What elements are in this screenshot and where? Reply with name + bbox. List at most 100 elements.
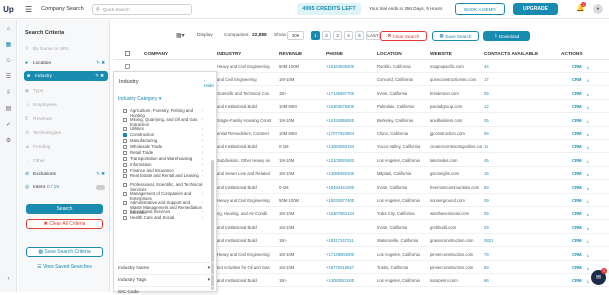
view-saved-searches-link[interactable]: ☰ View Saved Searches <box>26 262 103 272</box>
clear-all-criteria-button[interactable]: ✖ Clear All Criteria <box>26 219 103 229</box>
page-1[interactable]: 1 <box>311 31 320 40</box>
edit-icon[interactable]: ✎ ✖ <box>95 73 104 79</box>
criteria-industry[interactable]: ■ Industry ✎ ✖ <box>24 71 108 81</box>
checkbox[interactable] <box>123 183 127 188</box>
crm-button[interactable]: CRM <box>572 278 582 283</box>
last-page-button[interactable]: LAST <box>366 31 380 40</box>
intent-toggle[interactable] <box>96 184 105 190</box>
contacts-icon[interactable]: ☺ <box>4 56 13 65</box>
download-button[interactable]: ⇩ Download <box>483 31 530 41</box>
download-icon[interactable]: ⤓ <box>587 211 589 216</box>
download-icon[interactable]: ⤓ <box>587 252 589 257</box>
page-5[interactable]: 5 <box>355 31 364 40</box>
app-logo[interactable]: Up <box>0 0 17 19</box>
cell-contacts[interactable]: 16 <box>484 171 489 176</box>
checkbox[interactable] <box>123 210 127 215</box>
row-checkbox[interactable] <box>125 64 130 69</box>
export-icon[interactable]: ⇩ <box>4 88 13 97</box>
chevron-right-icon[interactable]: › <box>202 182 203 188</box>
cell-contacts[interactable]: 79 <box>484 252 489 257</box>
download-icon[interactable]: ⤓ <box>587 225 589 230</box>
cell-phone[interactable]: +15307682134 <box>326 211 354 216</box>
company-search-icon[interactable]: ▦ <box>4 40 13 49</box>
crm-button[interactable]: CRM <box>572 225 582 230</box>
cell-phone[interactable]: +15303576400 <box>326 104 354 109</box>
cell-contacts[interactable]: 29 <box>484 198 489 203</box>
page-size-select[interactable]: 30 ▾ <box>287 31 304 40</box>
cell-contacts[interactable]: 44 <box>484 64 489 69</box>
cell-phone[interactable]: +18317247011 <box>326 238 354 243</box>
cell-contacts[interactable]: 12 <box>484 104 489 109</box>
cell-phone[interactable]: +17077624604 <box>326 131 354 136</box>
download-icon[interactable]: ⤓ <box>587 185 589 190</box>
cell-contacts[interactable]: 25 <box>484 118 489 123</box>
crm-button[interactable]: CRM <box>572 185 582 190</box>
search-button[interactable]: Search <box>26 204 103 214</box>
checkbox[interactable] <box>123 133 127 138</box>
download-icon[interactable]: ⤓ <box>587 144 589 149</box>
col-contacts[interactable]: CONTACTS AVAILABLE <box>484 52 538 57</box>
cell-contacts[interactable]: 29 <box>484 211 489 216</box>
crm-button[interactable]: CRM <box>572 211 582 216</box>
criteria-location[interactable]: ● Location ✎ ✖ <box>25 58 109 68</box>
cell-phone[interactable]: +14083092193 <box>326 144 354 149</box>
upgrade-button[interactable]: UPGRADE <box>513 3 558 15</box>
criteria-type[interactable]: ◆ Type <box>25 86 109 96</box>
checkbox[interactable] <box>123 169 127 174</box>
industry-option[interactable]: Real Estate and Rental and Leasing › <box>123 173 213 179</box>
cell-contacts[interactable]: 69 <box>484 185 489 190</box>
criteria-name-url[interactable]: ⚲ By Name or URL <box>25 44 109 54</box>
checkbox[interactable] <box>123 151 127 156</box>
cell-phone[interactable]: +14088460100 <box>326 171 354 176</box>
crm-button[interactable]: CRM <box>572 158 582 163</box>
edit-icon[interactable]: ✎ ✖ <box>96 171 105 177</box>
col-location[interactable]: LOCATION <box>377 52 402 57</box>
checkbox[interactable] <box>123 118 127 123</box>
crm-button[interactable]: CRM <box>572 77 582 82</box>
hamburger-menu-icon[interactable]: ☰ <box>25 5 32 14</box>
clear-search-button[interactable]: ✖ Clear Search <box>380 31 427 41</box>
checkbox[interactable] <box>123 127 127 132</box>
checkbox[interactable] <box>123 163 127 168</box>
download-icon[interactable]: ⤓ <box>587 77 589 82</box>
sic-code-section[interactable]: SIC Code <box>118 286 214 295</box>
col-industry[interactable]: INDUSTRY <box>217 52 241 57</box>
criteria-employees[interactable]: ☺ Employees <box>25 100 109 110</box>
page-3[interactable]: 3 <box>333 31 342 40</box>
checkbox[interactable] <box>123 139 127 144</box>
cell-phone[interactable]: +13103920483 <box>326 158 354 163</box>
cell-phone[interactable]: +15032577400 <box>326 198 354 203</box>
crm-button[interactable]: CRM <box>572 265 582 270</box>
cell-contacts[interactable]: 11 <box>484 144 488 149</box>
industry-category-header[interactable]: Industry Category ▾ <box>118 96 161 102</box>
crm-button[interactable]: CRM <box>572 144 582 149</box>
cell-contacts[interactable]: 17 <box>484 77 489 82</box>
col-company[interactable]: COMPANY <box>144 52 168 57</box>
chevron-right-icon[interactable]: › <box>202 191 203 197</box>
chevron-right-icon[interactable]: › <box>202 117 203 123</box>
crm-button[interactable]: CRM <box>572 91 582 96</box>
user-avatar[interactable]: ● <box>593 4 603 14</box>
crm-button[interactable]: CRM <box>572 64 582 69</box>
download-icon[interactable]: ⤓ <box>587 171 589 176</box>
crm-button[interactable]: CRM <box>572 118 582 123</box>
criteria-funding[interactable]: ▲ Funding <box>25 142 109 152</box>
download-icon[interactable]: ⤓ <box>587 198 589 203</box>
col-phone[interactable]: PHONE <box>326 52 343 57</box>
edit-icon[interactable]: ✎ ✖ <box>96 60 105 66</box>
industry-option[interactable]: Health Care and Social › <box>123 215 213 221</box>
cell-contacts[interactable]: 66 <box>484 278 489 283</box>
crm-button[interactable]: CRM <box>572 198 582 203</box>
download-icon[interactable]: ⤓ <box>587 118 589 123</box>
chevron-right-icon[interactable]: › <box>202 108 203 114</box>
page-2[interactable]: 2 <box>322 31 331 40</box>
criteria-exclusions[interactable]: ⊘ Exclusions ✎ ✖ <box>25 169 109 179</box>
chevron-right-icon[interactable]: › <box>202 173 203 179</box>
criteria-technologies[interactable]: ⚙ Technologies <box>25 128 109 138</box>
home-icon[interactable]: ⌂ <box>4 24 13 33</box>
hide-panel-button[interactable]: ‹ Hide <box>204 79 216 89</box>
settings-icon[interactable]: ⚙ <box>4 136 13 145</box>
crm-button[interactable]: CRM <box>572 252 582 257</box>
reports-icon[interactable]: ▤ <box>4 104 13 113</box>
save-search-button[interactable]: ▩ Save Search <box>432 31 479 41</box>
